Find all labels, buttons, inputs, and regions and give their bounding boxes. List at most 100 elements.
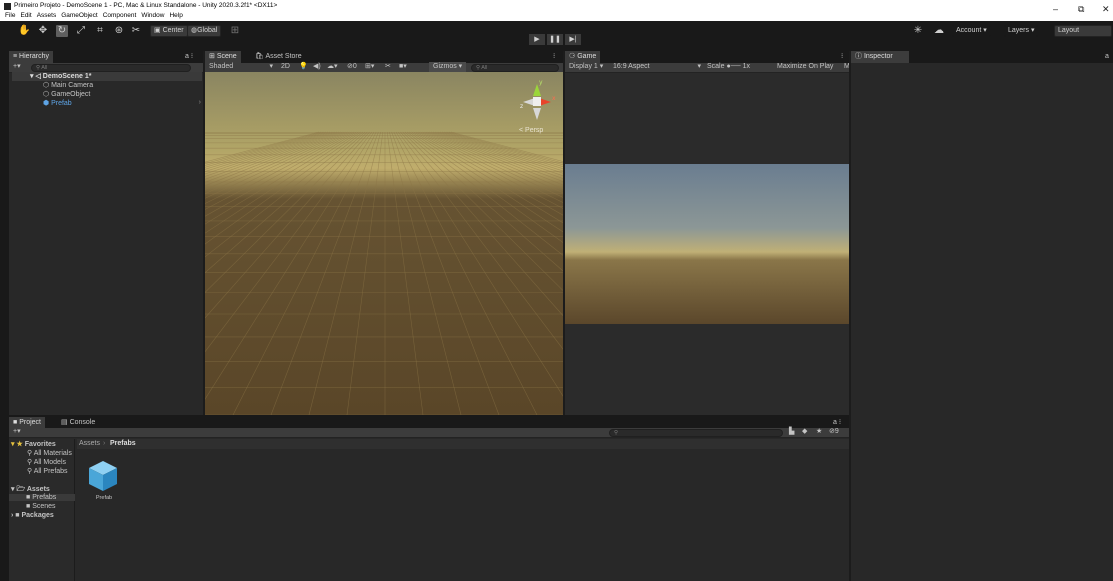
menu-gameobject[interactable]: GameObject bbox=[61, 12, 98, 19]
breadcrumb-prefabs[interactable]: Prefabs bbox=[110, 440, 136, 447]
breadcrumb-assets[interactable]: Assets bbox=[79, 440, 100, 447]
menu-file[interactable]: File bbox=[5, 12, 15, 19]
prefab-icon: ⬢ bbox=[43, 100, 50, 107]
scene-row[interactable]: ▾ ◁ DemoScene 1* bbox=[12, 72, 202, 81]
step-button[interactable]: ▶| bbox=[565, 34, 581, 45]
snap-icon[interactable]: ⊞ bbox=[229, 25, 241, 37]
camera-icon[interactable]: ■▾ bbox=[395, 62, 411, 72]
menu-component[interactable]: Component bbox=[103, 12, 137, 19]
layout-dropdown[interactable]: Layout bbox=[1054, 25, 1112, 37]
favorites-label: Favorites bbox=[24, 441, 56, 448]
maximize-button[interactable]: ⧉ bbox=[1078, 4, 1084, 15]
lock-icon[interactable]: a ⁝ bbox=[181, 51, 197, 63]
layers-dropdown[interactable]: Layers ▾ bbox=[1004, 25, 1039, 37]
shading-dropdown[interactable]: Shaded ▾ bbox=[205, 62, 275, 72]
transform-tool-icon[interactable]: ⊛ bbox=[113, 25, 125, 37]
grid-line bbox=[389, 131, 462, 415]
project-tabbar: ■ Project ▤ Console a ⁝ bbox=[9, 417, 849, 428]
scene-view[interactable]: y x z < Persp bbox=[205, 72, 563, 415]
hierarchy-item-gameobject[interactable]: ⬡ GameObject bbox=[43, 90, 90, 98]
scenes-folder[interactable]: ■ Scenes bbox=[26, 503, 56, 510]
gizmos-dropdown[interactable]: Gizmos ▾ bbox=[429, 62, 467, 72]
project-search-input[interactable]: ⚲ bbox=[609, 429, 783, 437]
scene-menu-icon[interactable]: ⁝ bbox=[549, 51, 559, 63]
collab-icon[interactable]: ✳ bbox=[912, 25, 924, 37]
menu-window[interactable]: Window bbox=[141, 12, 164, 19]
hierarchy-item-label: Prefab bbox=[51, 100, 72, 107]
display-dropdown[interactable]: Display 1 ▾ bbox=[565, 62, 607, 72]
grid-line bbox=[205, 131, 322, 164]
tab-console[interactable]: ▤ Console bbox=[57, 417, 99, 428]
favorites-header[interactable]: ▾ ★ Favorites bbox=[11, 440, 56, 448]
rect-tool-icon[interactable]: ⌗ bbox=[94, 25, 106, 37]
asset-store-tab-label: Asset Store bbox=[265, 53, 302, 60]
grid-icon[interactable]: ⊞▾ bbox=[361, 62, 378, 72]
asset-item-prefab[interactable]: Prefab bbox=[87, 459, 121, 507]
2d-toggle[interactable]: 2D bbox=[277, 62, 294, 72]
move-tool-icon[interactable]: ✥ bbox=[37, 25, 49, 37]
packages-folder[interactable]: › ■ Packages bbox=[11, 512, 54, 519]
scale-slider[interactable]: Scale ●── 1x bbox=[703, 62, 754, 72]
asset-item-label: Prefab bbox=[95, 495, 113, 501]
favorite-all-materials[interactable]: ⚲ All Materials bbox=[27, 449, 72, 457]
account-dropdown[interactable]: Account ▾ bbox=[952, 25, 991, 37]
folder-label: Prefabs bbox=[32, 494, 57, 501]
folder-icon: ■ bbox=[26, 503, 31, 510]
game-view[interactable] bbox=[565, 164, 849, 324]
scene-gizmo-icon[interactable]: y x z bbox=[517, 78, 557, 124]
grid-line bbox=[205, 131, 366, 274]
grid-line bbox=[205, 131, 361, 245]
filter-type-icon[interactable]: ▙ bbox=[785, 427, 798, 437]
favorite-all-prefabs[interactable]: ⚲ All Prefabs bbox=[27, 467, 68, 475]
project-add-button[interactable]: +▾ bbox=[9, 427, 25, 437]
hidden-packages-toggle[interactable]: ⊘9 bbox=[825, 427, 843, 437]
scene-name: DemoScene 1* bbox=[42, 73, 92, 80]
custom-tool-icon[interactable]: ✂ bbox=[130, 25, 142, 37]
menu-edit[interactable]: Edit bbox=[20, 12, 31, 19]
folder-open-icon: ▾ 🗁 bbox=[11, 486, 26, 493]
window-title: Primeiro Projeto - DemoScene 1 - PC, Mac… bbox=[14, 2, 278, 9]
close-button[interactable]: ✕ bbox=[1102, 4, 1110, 15]
hierarchy-item-prefab[interactable]: ⬢ Prefab › bbox=[43, 99, 201, 107]
account-label: Account bbox=[956, 27, 982, 34]
panel-divider[interactable] bbox=[203, 51, 205, 415]
chevron-right-icon[interactable]: › bbox=[199, 99, 201, 106]
aspect-dropdown[interactable]: 16:9 Aspect ▾ bbox=[609, 62, 701, 72]
panel-divider[interactable] bbox=[563, 51, 565, 415]
hidden-objects-toggle[interactable]: ⊘0 bbox=[343, 62, 361, 72]
favorite-label: All Prefabs bbox=[33, 468, 68, 475]
scene-search-input[interactable]: ⚲ All bbox=[471, 64, 559, 72]
panel-divider[interactable] bbox=[849, 51, 851, 581]
menu-help[interactable]: Help bbox=[169, 12, 182, 19]
tab-inspector[interactable]: ⓘ Inspector bbox=[851, 51, 909, 63]
unity-logo-icon bbox=[4, 3, 11, 10]
menu-assets[interactable]: Assets bbox=[37, 12, 57, 19]
project-panel: ■ Project ▤ Console a ⁝ +▾ ⚲ ▙ ◆ ★ ⊘9 ▾ … bbox=[9, 417, 849, 581]
pivot-toggle[interactable]: ▣ Center bbox=[150, 25, 188, 37]
prefabs-folder[interactable]: ■ Prefabs bbox=[9, 494, 75, 501]
minimize-button[interactable]: – bbox=[1053, 4, 1058, 14]
hierarchy-add-button[interactable]: +▾ bbox=[9, 62, 25, 72]
hierarchy-search-input[interactable]: ⚲ All bbox=[31, 64, 191, 72]
shading-label: Shaded bbox=[209, 63, 234, 70]
filter-label-icon[interactable]: ◆ bbox=[798, 427, 811, 437]
favorite-all-models[interactable]: ⚲ All Models bbox=[27, 458, 66, 466]
persp-label[interactable]: < Persp bbox=[519, 127, 543, 134]
lock-icon[interactable]: a bbox=[1101, 51, 1113, 63]
tools-icon[interactable]: ✂ bbox=[381, 62, 395, 72]
space-toggle[interactable]: ◍Global bbox=[187, 25, 222, 37]
folder-label: Scenes bbox=[32, 503, 56, 510]
grid-line bbox=[411, 131, 563, 233]
grid-line bbox=[205, 131, 331, 172]
rotate-tool-icon[interactable]: ↻ bbox=[56, 25, 68, 37]
cloud-icon[interactable]: ☁ bbox=[933, 25, 945, 37]
pause-button[interactable]: ❚❚ bbox=[547, 34, 563, 45]
effects-icon[interactable]: ☁▾ bbox=[323, 62, 342, 72]
hand-tool-icon[interactable]: ✋ bbox=[18, 25, 30, 37]
hierarchy-item-main-camera[interactable]: ⬡ Main Camera bbox=[43, 81, 93, 89]
maximize-on-play-toggle[interactable]: Maximize On Play bbox=[773, 62, 837, 72]
play-button[interactable]: ▶ bbox=[529, 34, 545, 45]
scale-tool-icon[interactable]: ⤢ bbox=[75, 25, 87, 37]
breadcrumb-separator-icon: › bbox=[103, 440, 106, 447]
grid-line bbox=[426, 131, 563, 189]
